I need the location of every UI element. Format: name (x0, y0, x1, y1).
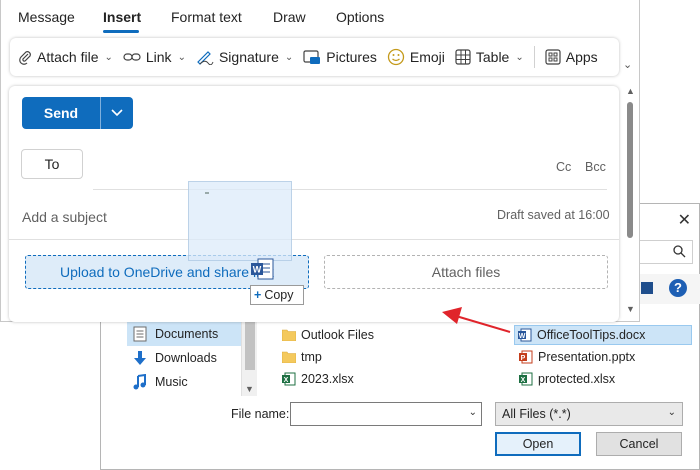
annotation-arrow-icon (442, 307, 511, 333)
